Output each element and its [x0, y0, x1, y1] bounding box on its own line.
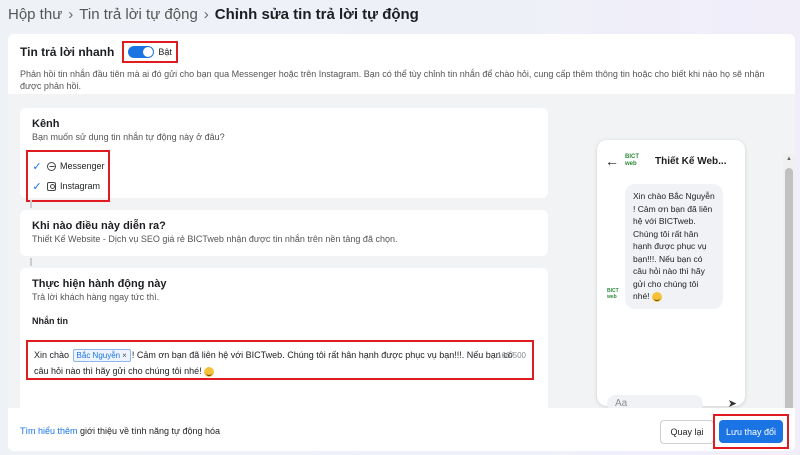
action-card: Thực hiện hành động này Trả lời khách hà… — [20, 268, 548, 408]
save-button[interactable]: Lưu thay đổi — [719, 420, 783, 443]
channel-options: ✓ Messenger ✓ Instagram — [26, 150, 110, 202]
preview-header: ← BICT web Thiết Kế Web... — [597, 146, 745, 176]
name-tag[interactable]: Bắc Nguyễn × — [72, 349, 131, 362]
messenger-icon — [47, 161, 56, 171]
toggle-switch[interactable] — [128, 46, 155, 58]
save-button-highlight: Lưu thay đổi — [713, 414, 789, 449]
preview-page-name: Thiết Kế Web... — [655, 155, 727, 167]
checkmark-icon[interactable]: ✓ — [31, 160, 43, 173]
close-icon[interactable]: × — [122, 351, 127, 360]
footer: Tìm hiểu thêm giới thiệu về tính năng tự… — [8, 410, 795, 451]
channel-label-instagram: Instagram — [60, 181, 101, 191]
preview-input: Aa — [607, 394, 703, 408]
smile-emoji-icon — [651, 291, 662, 302]
send-icon: ➤ — [727, 397, 737, 409]
quick-reply-description: Phản hồi tin nhắn đầu tiên mà ai đó gửi … — [20, 69, 765, 91]
breadcrumb-inbox[interactable]: Hộp thư — [8, 6, 62, 23]
arrow-left-icon[interactable]: ← — [605, 153, 619, 169]
back-button[interactable]: Quay lại — [660, 420, 714, 444]
quick-reply-title: Tin trả lời nhanh — [20, 45, 115, 59]
message-editor[interactable]: Xin chào Bắc Nguyễn ×! Cảm ơn bạn đã liên… — [26, 340, 534, 380]
content-area: Kênh Bạn muốn sử dụng tin nhắn tự động n… — [8, 94, 795, 408]
smile-emoji-icon — [204, 366, 215, 377]
action-subtitle: Trả lời khách hàng ngay tức thì. — [32, 292, 160, 302]
toggle-label: Bật — [158, 47, 172, 57]
scrollbar[interactable]: ▲ ▼ — [783, 154, 795, 408]
chevron-right-icon: › — [203, 5, 209, 23]
quick-reply-toggle[interactable]: Bật — [122, 41, 178, 63]
checkmark-icon[interactable]: ✓ — [31, 180, 43, 193]
channel-title: Kênh — [32, 118, 60, 130]
breadcrumb: Hộp thư › Tin trả lời tự động › Chỉnh sử… — [8, 4, 419, 24]
trigger-title: Khi nào điều này diễn ra? — [32, 220, 166, 232]
main-panel: Tin trả lời nhanh Bật Phản hồi tin nhắn … — [8, 34, 795, 451]
footer-help-text: giới thiệu về tính năng tự động hóa — [77, 426, 221, 436]
channel-subtitle: Bạn muốn sử dụng tin nhắn tự động này ở … — [32, 132, 225, 142]
chevron-right-icon: › — [68, 5, 74, 23]
name-tag-label: Bắc Nguyễn — [76, 351, 121, 360]
breadcrumb-auto-replies[interactable]: Tin trả lời tự động — [79, 6, 198, 23]
preview-message-text: Xin chào Bắc Nguyễn ! Cảm ơn bạn đã liên… — [633, 191, 715, 301]
toggle-knob — [143, 47, 154, 57]
page-title: Chỉnh sửa tin trả lời tự động — [214, 5, 419, 23]
char-count: 166/500 — [497, 351, 526, 360]
channel-option-instagram[interactable]: ✓ Instagram — [31, 176, 105, 196]
learn-more-link[interactable]: Tìm hiểu thêm — [20, 426, 78, 436]
message-preview: ← BICT web Thiết Kế Web... Xin chào Bắc … — [597, 140, 745, 408]
scroll-up-icon[interactable]: ▲ — [786, 156, 792, 162]
channel-card: Kênh Bạn muốn sử dụng tin nhắn tự động n… — [20, 108, 548, 202]
scroll-thumb[interactable] — [785, 168, 793, 408]
trigger-subtitle: Thiết Kế Website - Dịch vụ SEO giá rẻ BI… — [32, 234, 398, 244]
footer-help: Tìm hiểu thêm giới thiệu về tính năng tự… — [20, 426, 220, 436]
preview-avatar: BICT web — [607, 288, 619, 300]
quick-reply-header: Tin trả lời nhanh Bật Phản hồi tin nhắn … — [20, 40, 780, 92]
message-prefix: Xin chào — [34, 350, 70, 360]
trigger-card: Khi nào điều này diễn ra? Thiết Kế Websi… — [20, 210, 548, 256]
instagram-icon — [47, 181, 56, 191]
timeline-connector — [30, 200, 32, 208]
preview-input-row: Aa ➤ — [607, 392, 737, 408]
action-title: Thực hiện hành động này — [32, 278, 167, 290]
channel-label-messenger: Messenger — [60, 161, 105, 171]
timeline-connector — [30, 258, 32, 266]
channel-option-messenger[interactable]: ✓ Messenger — [31, 156, 105, 176]
preview-message-bubble: Xin chào Bắc Nguyễn ! Cảm ơn bạn đã liên… — [625, 184, 723, 309]
page-logo: BICT web — [625, 154, 639, 167]
message-label: Nhắn tin — [32, 316, 68, 326]
